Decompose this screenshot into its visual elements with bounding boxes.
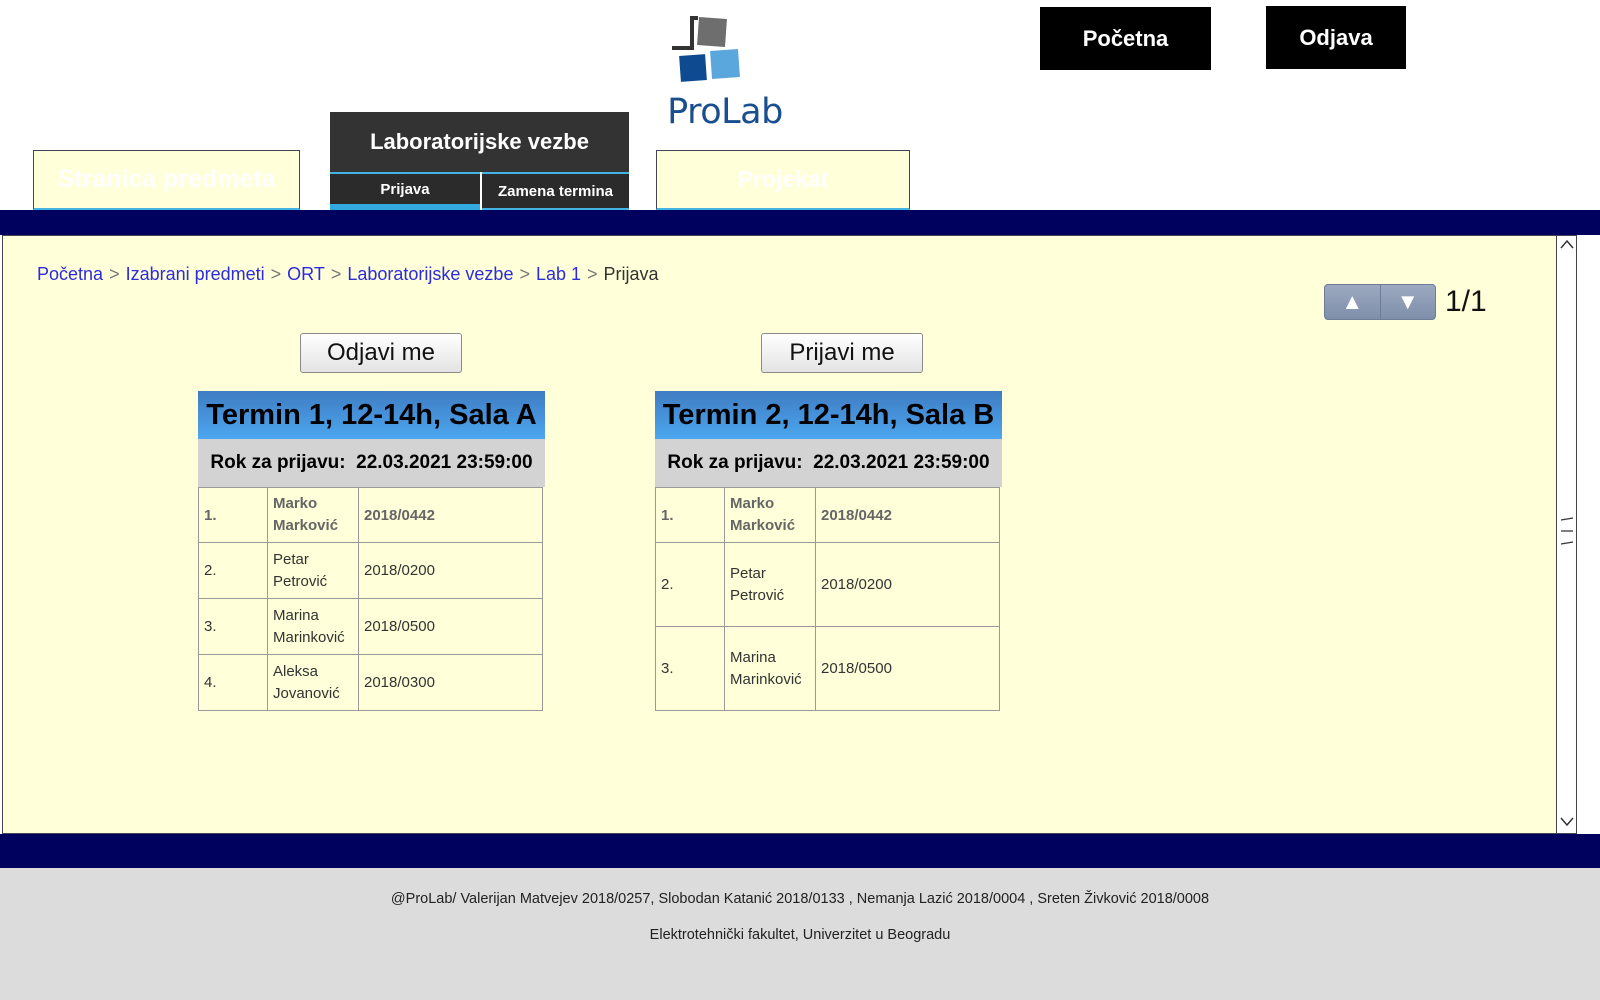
scroll-up-icon[interactable] <box>1559 238 1575 252</box>
student-name: Marina Marinković <box>267 598 359 655</box>
student-name: Marko Marković <box>267 487 359 543</box>
logo-squares-icon <box>672 16 740 82</box>
header-band <box>0 210 1600 235</box>
term-title: Termin 2, 12-14h, Sala B <box>655 391 1002 439</box>
students-table: 1. Marko Marković 2018/0442 2. Petar Petro… <box>198 487 543 711</box>
row-number: 3. <box>655 626 725 711</box>
student-index: 2018/0500 <box>358 598 543 655</box>
footer-institution: Elektrotehnički fakultet, Univerzitet u … <box>649 927 951 943</box>
student-index: 2018/0200 <box>815 542 1000 627</box>
scroll-grip-icon[interactable] <box>1560 516 1574 547</box>
first-name: Marina <box>273 606 319 624</box>
term-deadline: Rok za prijavu: 22.03.2021 23:59:00 <box>655 439 1002 487</box>
deadline-label: Rok za prijavu: <box>667 452 803 473</box>
table-row: 1. Marko Marković 2018/0442 <box>655 487 1000 543</box>
breadcrumb-lab1[interactable]: Lab 1 <box>536 264 581 284</box>
student-name: Marko Marković <box>724 487 816 543</box>
breadcrumb-sep: > <box>270 264 282 284</box>
main-content: Početna > Izabrani predmeti > ORT > Laboratori… <box>2 235 1577 834</box>
first-name: Marko <box>730 495 775 512</box>
breadcrumb-ort[interactable]: ORT <box>287 264 325 284</box>
subtab-change-term[interactable]: Zamena termina <box>482 172 629 210</box>
logout-button[interactable]: Odjava <box>1266 6 1406 69</box>
home-button[interactable]: Početna <box>1040 7 1211 70</box>
student-name: Petar Petrović <box>267 542 359 599</box>
last-name: Marković <box>730 517 796 534</box>
table-row: 3. Marina Marinković 2018/0500 <box>198 598 543 655</box>
breadcrumb-lab-exercises[interactable]: Laboratorijske vezbe <box>347 264 513 284</box>
breadcrumb-sep: > <box>519 264 530 284</box>
term-deadline: Rok za prijavu: 22.03.2021 23:59:00 <box>198 439 545 487</box>
row-number: 2. <box>198 542 268 599</box>
breadcrumb-selected-courses[interactable]: Izabrani predmeti <box>126 264 265 284</box>
first-name: Petar <box>273 550 309 568</box>
table-row: 3. Marina Marinković 2018/0500 <box>655 626 1000 711</box>
row-number: 1. <box>198 487 268 543</box>
first-name: Marina <box>730 648 776 666</box>
tab-lab-exercises[interactable]: Laboratorijske vezbe <box>330 112 629 172</box>
first-name: Marko <box>273 495 318 512</box>
last-name: Marković <box>273 517 339 534</box>
breadcrumb: Početna > Izabrani predmeti > ORT > Laboratori… <box>37 264 659 285</box>
breadcrumb-home[interactable]: Početna <box>37 264 103 284</box>
tab-project[interactable]: Projekat <box>656 150 910 210</box>
row-number: 4. <box>198 654 268 711</box>
student-index: 2018/0442 <box>815 487 1000 543</box>
table-row: 2. Petar Petrović 2018/0200 <box>198 542 543 599</box>
last-name: Marinković <box>730 670 802 688</box>
table-row: 1. Marko Marković 2018/0442 <box>198 487 543 543</box>
last-name: Petrović <box>730 586 785 604</box>
term-card-1: Termin 1, 12-14h, Sala A Rok za prijavu:… <box>198 391 545 711</box>
pager: ▲ ▼ <box>1324 284 1436 320</box>
tab-course-page[interactable]: Stranica predmeta <box>33 150 300 210</box>
unregister-button[interactable]: Odjavi me <box>300 333 462 373</box>
footer-authors: @ProLab/ Valerijan Matvejev 2018/0257, S… <box>390 891 1210 907</box>
footer-band <box>0 834 1600 868</box>
breadcrumb-current: Prijava <box>603 264 659 284</box>
prolab-logo[interactable]: ProLab <box>664 8 794 132</box>
row-number: 3. <box>198 598 268 655</box>
student-index: 2018/0500 <box>815 626 1000 711</box>
deadline-value: 22.03.2021 23:59:00 <box>356 452 533 473</box>
table-row: 2. Petar Petrović 2018/0200 <box>655 542 1000 627</box>
deadline-label: Rok za prijavu: <box>210 452 346 473</box>
last-name: Marinković <box>273 628 345 646</box>
student-name: Marina Marinković <box>724 626 816 711</box>
term-title: Termin 1, 12-14h, Sala A <box>198 391 545 439</box>
page-up-icon[interactable]: ▲ <box>1325 285 1380 319</box>
register-button[interactable]: Prijavi me <box>761 333 923 373</box>
table-row: 4. Aleksa Jovanović 2018/0300 <box>198 654 543 711</box>
breadcrumb-sep: > <box>109 264 120 284</box>
logo-text: ProLab <box>667 92 783 132</box>
page-indicator: 1/1 <box>1445 285 1487 318</box>
last-name: Jovanović <box>273 684 340 702</box>
last-name: Petrović <box>273 572 328 590</box>
student-index: 2018/0200 <box>358 542 543 599</box>
breadcrumb-sep: > <box>330 264 342 284</box>
scroll-down-icon[interactable] <box>1559 816 1575 830</box>
subtab-register[interactable]: Prijava <box>330 172 480 210</box>
vertical-scrollbar[interactable] <box>1556 236 1576 833</box>
student-index: 2018/0442 <box>358 487 543 543</box>
row-number: 1. <box>655 487 725 543</box>
students-table: 1. Marko Marković 2018/0442 2. Petar Petro… <box>655 487 1000 711</box>
breadcrumb-sep: > <box>587 264 598 284</box>
student-name: Aleksa Jovanović <box>267 654 359 711</box>
first-name: Aleksa <box>273 662 319 680</box>
footer: @ProLab/ Valerijan Matvejev 2018/0257, S… <box>0 868 1600 1000</box>
student-name: Petar Petrović <box>724 542 816 627</box>
deadline-value: 22.03.2021 23:59:00 <box>813 452 990 473</box>
page-down-icon[interactable]: ▼ <box>1379 285 1436 319</box>
first-name: Petar <box>730 564 766 582</box>
term-card-2: Termin 2, 12-14h, Sala B Rok za prijavu:… <box>655 391 1002 711</box>
row-number: 2. <box>655 542 725 627</box>
student-index: 2018/0300 <box>358 654 543 711</box>
